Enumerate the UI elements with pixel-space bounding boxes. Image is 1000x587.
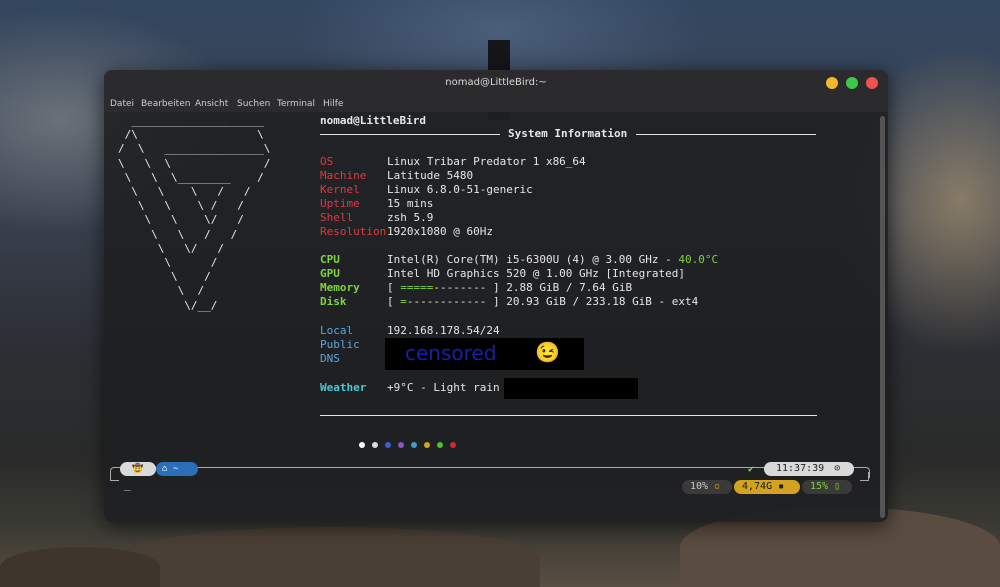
cpu-value: Intel(R) Core(TM) i5-6300U (4) @ 3.00 GH… [387, 253, 718, 267]
wink-emoji-icon: 😉 [535, 340, 560, 364]
color-dot [372, 442, 378, 448]
user-segment: 🤠 [120, 462, 156, 476]
memory-icon: ▪ [778, 481, 785, 492]
disk-bar-empty: ------------ [406, 295, 487, 308]
os-label: OS [320, 155, 334, 168]
section-title: System Information [508, 127, 628, 140]
close-button[interactable] [866, 77, 878, 89]
gpu-label: GPU [320, 267, 340, 280]
cpu-segment: 10% ▫ [682, 480, 732, 494]
menu-bearbeiten[interactable]: Bearbeiten [141, 99, 190, 109]
local-label: Local [320, 324, 354, 337]
title-bar[interactable]: nomad@LittleBird:~ [104, 70, 888, 96]
memory-bar-empty: -------- [433, 281, 487, 294]
local-value: 192.168.178.54/24 [387, 324, 500, 337]
disk-bar-fill: = [400, 295, 407, 308]
cpu-usage: 10% [690, 481, 709, 492]
gpu-value: Intel HD Graphics 520 @ 1.00 GHz [Integr… [387, 267, 686, 280]
weather-value: +9°C - Light rain [387, 381, 500, 394]
shell-label: Shell [320, 211, 354, 224]
scrollbar[interactable] [880, 116, 885, 518]
window-title: nomad@LittleBird:~ [445, 77, 547, 88]
directory-segment: ⌂ ~ [156, 462, 198, 476]
color-dot [424, 442, 430, 448]
minimize-button[interactable] [826, 77, 838, 89]
disk-value: [ =------------ ] 20.93 GiB / 233.18 GiB… [387, 295, 699, 308]
battery-icon: ▯ [834, 481, 841, 492]
cpu-text: Intel(R) Core(TM) i5-6300U (4) @ 3.00 GH… [387, 253, 679, 266]
uptime-label: Uptime [320, 197, 360, 210]
terminal-window: nomad@LittleBird:~ Datei Bearbeiten Ansi… [104, 70, 888, 522]
shell-value: zsh 5.9 [387, 211, 434, 224]
menu-datei[interactable]: Datei [110, 99, 134, 109]
machine-label: Machine [320, 169, 367, 182]
battery-level: 15% [810, 481, 829, 492]
color-dot [411, 442, 417, 448]
time-segment: 11:37:39 ⊙ [764, 462, 854, 476]
cpu-label: CPU [320, 253, 340, 266]
resolution-value: 1920x1080 @ 60Hz [387, 225, 493, 238]
maximize-button[interactable] [846, 77, 858, 89]
bottom-divider [320, 415, 817, 416]
memory-usage-prompt: 4,74G [742, 481, 773, 492]
color-dot [398, 442, 404, 448]
machine-value: Latitude 5480 [387, 169, 474, 182]
current-directory: ~ [172, 464, 179, 474]
uptime-value: 15 mins [387, 197, 434, 210]
dns-label: DNS [320, 352, 340, 365]
foreground-rock-left [120, 527, 540, 587]
disk-label: Disk [320, 295, 347, 308]
terminal-area[interactable]: ____________________ /\ \ / \ __________… [104, 112, 888, 522]
prompt-corner-right [860, 472, 869, 481]
color-dot [437, 442, 443, 448]
section-divider-left [320, 134, 500, 135]
menu-suchen[interactable]: Suchen [237, 99, 270, 109]
os-value: Linux Tribar Predator 1 x86_64 [387, 155, 586, 168]
menu-hilfe[interactable]: Hilfe [323, 99, 343, 109]
status-check-icon: ✔ [748, 464, 755, 475]
resolution-label: Resolution [320, 225, 387, 238]
memory-value: [ =====-------- ] 2.88 GiB / 7.64 GiB [387, 281, 633, 294]
menu-bar: Datei Bearbeiten Ansicht Suchen Terminal… [104, 96, 888, 112]
memory-segment: 4,74G ▪ [734, 480, 800, 494]
memory-usage: 2.88 GiB / 7.64 GiB [506, 281, 633, 294]
prompt-corner [110, 472, 119, 481]
section-divider-right [636, 134, 816, 135]
kernel-value: Linux 6.8.0-51-generic [387, 183, 533, 196]
kernel-label: Kernel [320, 183, 360, 196]
menu-terminal[interactable]: Terminal [277, 99, 315, 109]
cpu-temperature: 40.0°C [678, 253, 719, 266]
foreground-rock-far [0, 547, 160, 587]
color-dot [359, 442, 365, 448]
home-icon: ⌂ [162, 464, 168, 474]
cpu-icon: ▫ [714, 481, 721, 492]
memory-bar-fill: ===== [400, 281, 434, 294]
clock-time: 11:37:39 [776, 463, 825, 474]
cursor: _ [124, 478, 131, 491]
battery-segment: 15% ▯ [802, 480, 852, 494]
censor-text: censored [405, 341, 497, 365]
censor-box: censored 😉 [385, 338, 584, 370]
public-label: Public [320, 338, 360, 351]
cowboy-icon: 🤠 [132, 464, 144, 474]
clock-icon: ⊙ [834, 463, 841, 474]
menu-ansicht[interactable]: Ansicht [195, 99, 228, 109]
color-dot [385, 442, 391, 448]
user-host: nomad@LittleBird [320, 114, 426, 127]
weather-censor-box [504, 378, 638, 399]
weather-label: Weather [320, 381, 367, 394]
memory-label: Memory [320, 281, 360, 294]
disk-usage: 20.93 GiB / 233.18 GiB - ext4 [506, 295, 699, 308]
ascii-logo: ____________________ /\ \ / \ __________… [118, 114, 271, 312]
color-dot [450, 442, 456, 448]
prompt-line [110, 467, 870, 478]
